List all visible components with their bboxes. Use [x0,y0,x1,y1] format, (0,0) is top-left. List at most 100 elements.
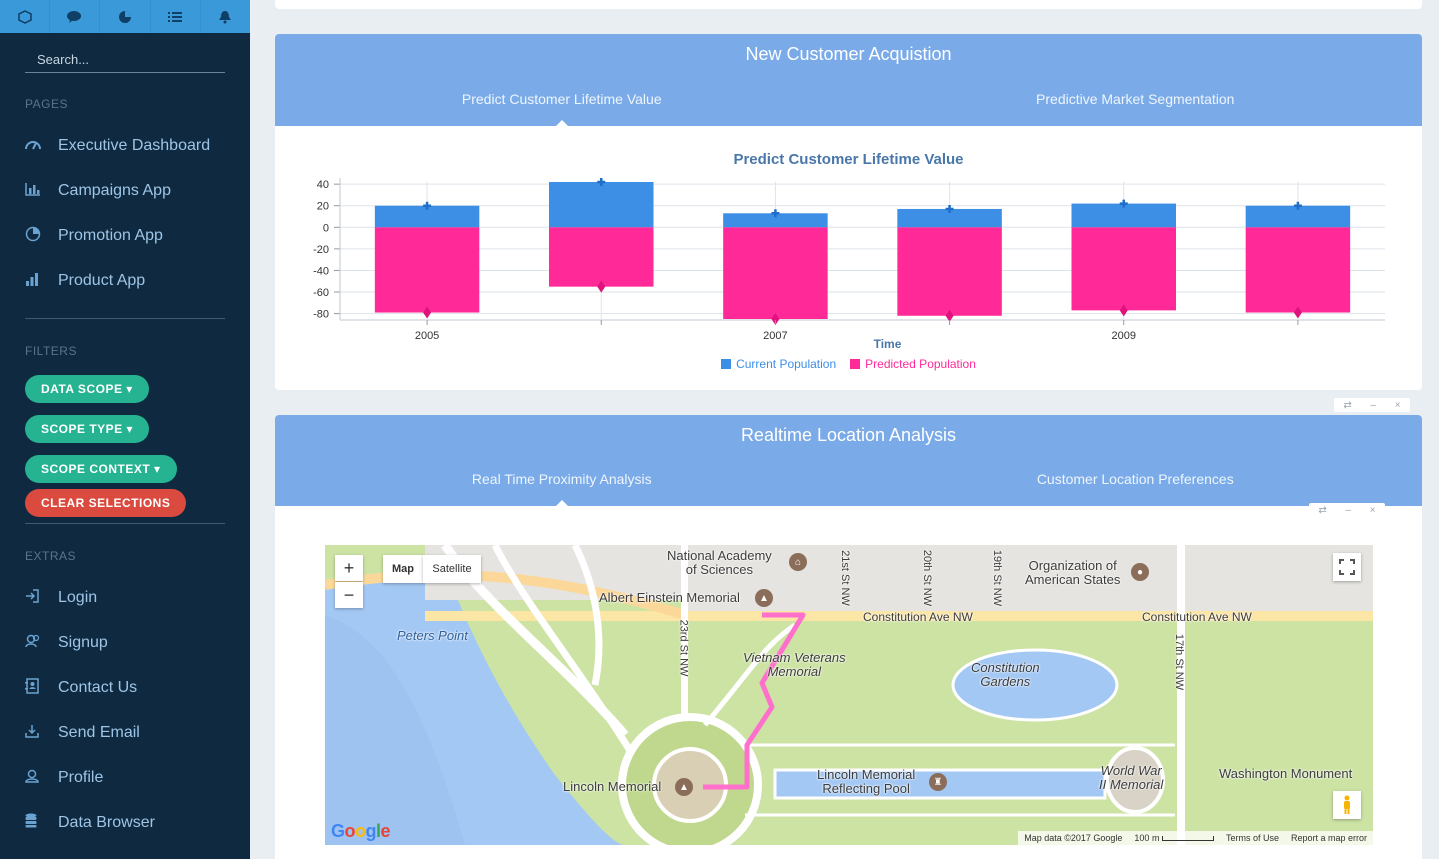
map-label-oas: Organization of American States [1025,558,1121,587]
minimize-icon[interactable]: – [1370,400,1376,411]
tab-predictive-market-segmentation[interactable]: Predictive Market Segmentation [849,78,1423,126]
database-icon [25,813,58,832]
list-icon[interactable] [151,0,201,33]
sidebar-item-signup[interactable]: Signup [0,620,250,665]
panel-header: Realtime Location Analysis Real Time Pro… [275,415,1423,507]
zoom-out-button[interactable]: − [335,582,363,608]
bar-predicted-population [374,227,480,313]
panel-title: Realtime Location Analysis [740,425,957,445]
sidebar-item-label: Login [58,588,98,606]
bar-current-population [549,182,654,228]
bar-predicted-population [1245,227,1351,313]
signal-icon [25,272,58,290]
bar-predicted-population [1071,227,1176,311]
map-type-map-button[interactable]: Map [383,555,423,583]
cube-icon[interactable] [0,0,51,33]
monument-poi-icon[interactable]: ▲ [755,589,773,607]
map-label-einstein: Albert Einstein Memorial [599,590,740,605]
x-tick-label: 2009 [1112,330,1136,342]
pie-chart-icon [25,226,58,246]
map-label-constitution-ave-east: Constitution Ave NW [1142,610,1252,624]
sidebar-item-label: Signup [58,633,108,651]
sidebar: Search... PAGES Executive Dashboard Camp… [0,0,250,859]
map-type-satellite-button[interactable]: Satellite [423,555,481,583]
map-label-21st-st: 21st St NW [838,550,851,606]
map-footer: Map data ©2017 Google 100 m Terms of Use… [1018,831,1373,845]
minimize-icon[interactable]: – [1345,505,1351,516]
lincoln-poi-icon[interactable]: ▲ [675,778,693,796]
previous-panel-bottom [275,0,1422,9]
x-axis-label: Time [874,337,902,351]
login-icon [25,588,58,607]
sidebar-item-profile[interactable]: Profile [0,755,250,800]
legend-item-predicted[interactable]: Predicted Population [850,357,976,371]
panel-header: New Customer Acquistion Predict Customer… [275,34,1423,127]
sidebar-item-contact-us[interactable]: Contact Us [0,665,250,710]
gauge-icon [25,137,58,154]
legend-swatch [721,359,732,369]
x-tick-label: 2007 [763,330,787,342]
search-input[interactable]: Search... [25,47,225,73]
sidebar-item-promotion-app[interactable]: Promotion App [0,213,250,258]
user-icon [25,769,58,787]
sidebar-item-login[interactable]: Login [0,575,250,620]
filters-section-label: FILTERS [25,344,77,358]
pages-section-label: PAGES [25,97,68,111]
pie-icon[interactable] [100,0,151,33]
y-tick-label: 0 [323,222,329,234]
data-scope-dropdown[interactable]: DATA SCOPE ▾ [25,375,149,403]
building-poi-icon[interactable]: ● [1131,563,1149,581]
bar-predicted-population [897,227,1002,316]
swap-icon[interactable]: ⇄ [1318,505,1326,516]
comments-icon[interactable] [50,0,101,33]
map-label-washington: Washington Monument [1219,766,1353,781]
chart-title: Predict Customer Lifetime Value [733,151,964,168]
map-label-gardens: Constitution Gardens [971,660,1040,689]
sidebar-item-send-email[interactable]: Send Email [0,710,250,755]
museum-poi-icon[interactable]: ⌂ [789,553,807,571]
sidebar-item-data-browser[interactable]: Data Browser [0,800,250,845]
tab-customer-location-preferences[interactable]: Customer Location Preferences [849,458,1423,506]
sidebar-item-executive-dashboard[interactable]: Executive Dashboard [0,123,250,168]
y-tick-label: -80 [313,309,329,321]
close-icon[interactable]: × [1395,400,1401,411]
new-customer-acquisition-panel: New Customer Acquistion Predict Customer… [275,34,1422,390]
tab-real-time-proximity-analysis[interactable]: Real Time Proximity Analysis [275,458,849,507]
sidebar-item-label: Product App [58,271,146,289]
sidebar-item-product-app[interactable]: Product App [0,258,250,303]
panel-controls: ⇄ – × [1334,398,1410,412]
sidebar-item-campaigns-app[interactable]: Campaigns App [0,168,250,213]
fullscreen-icon [1339,559,1355,575]
tab-predict-customer-lifetime-value[interactable]: Predict Customer Lifetime Value [275,78,849,127]
report-error-link[interactable]: Report a map error [1291,833,1367,843]
sidebar-item-label: Executive Dashboard [58,136,211,154]
x-tick-label: 2005 [415,330,439,342]
fullscreen-button[interactable] [1333,553,1361,581]
swap-icon[interactable]: ⇄ [1343,400,1351,411]
y-tick-label: -40 [313,265,329,277]
scope-context-dropdown[interactable]: SCOPE CONTEXT ▾ [25,455,177,483]
map-label-20th-st: 20th St NW [921,549,934,607]
sidebar-item-label: Send Email [58,723,140,741]
proximity-map[interactable]: + − Map Satellite National Academy of Sc… [325,545,1373,845]
legend-item-current[interactable]: Current Population [721,357,836,371]
google-logo: Google [331,821,391,841]
chart-legend: Current Population Predicted Population [275,357,1422,371]
terms-link[interactable]: Terms of Use [1226,833,1279,843]
street-view-pegman-button[interactable] [1333,791,1361,819]
scope-type-dropdown[interactable]: SCOPE TYPE ▾ [25,415,150,443]
bell-icon[interactable] [201,0,250,33]
pool-poi-icon[interactable]: ♜ [929,773,947,791]
map-label-vietnam: Vietnam Veterans Memorial [743,650,846,679]
bar-predicted-population [723,227,828,319]
clear-selections-button[interactable]: CLEAR SELECTIONS [25,489,187,517]
sidebar-item-label: Campaigns App [58,181,171,199]
panel-tabs: Real Time Proximity Analysis Customer Lo… [275,458,1423,507]
map-label-23rd-st: 23rd St NW [677,619,690,677]
close-icon[interactable]: × [1370,505,1376,516]
sidebar-item-label: Promotion App [58,226,163,244]
map-label-19th-st: 19th St NW [991,549,1004,607]
zoom-in-button[interactable]: + [335,555,363,581]
y-tick-label: 20 [317,201,329,213]
map-label-wwii: World War II Memorial [1099,763,1164,792]
